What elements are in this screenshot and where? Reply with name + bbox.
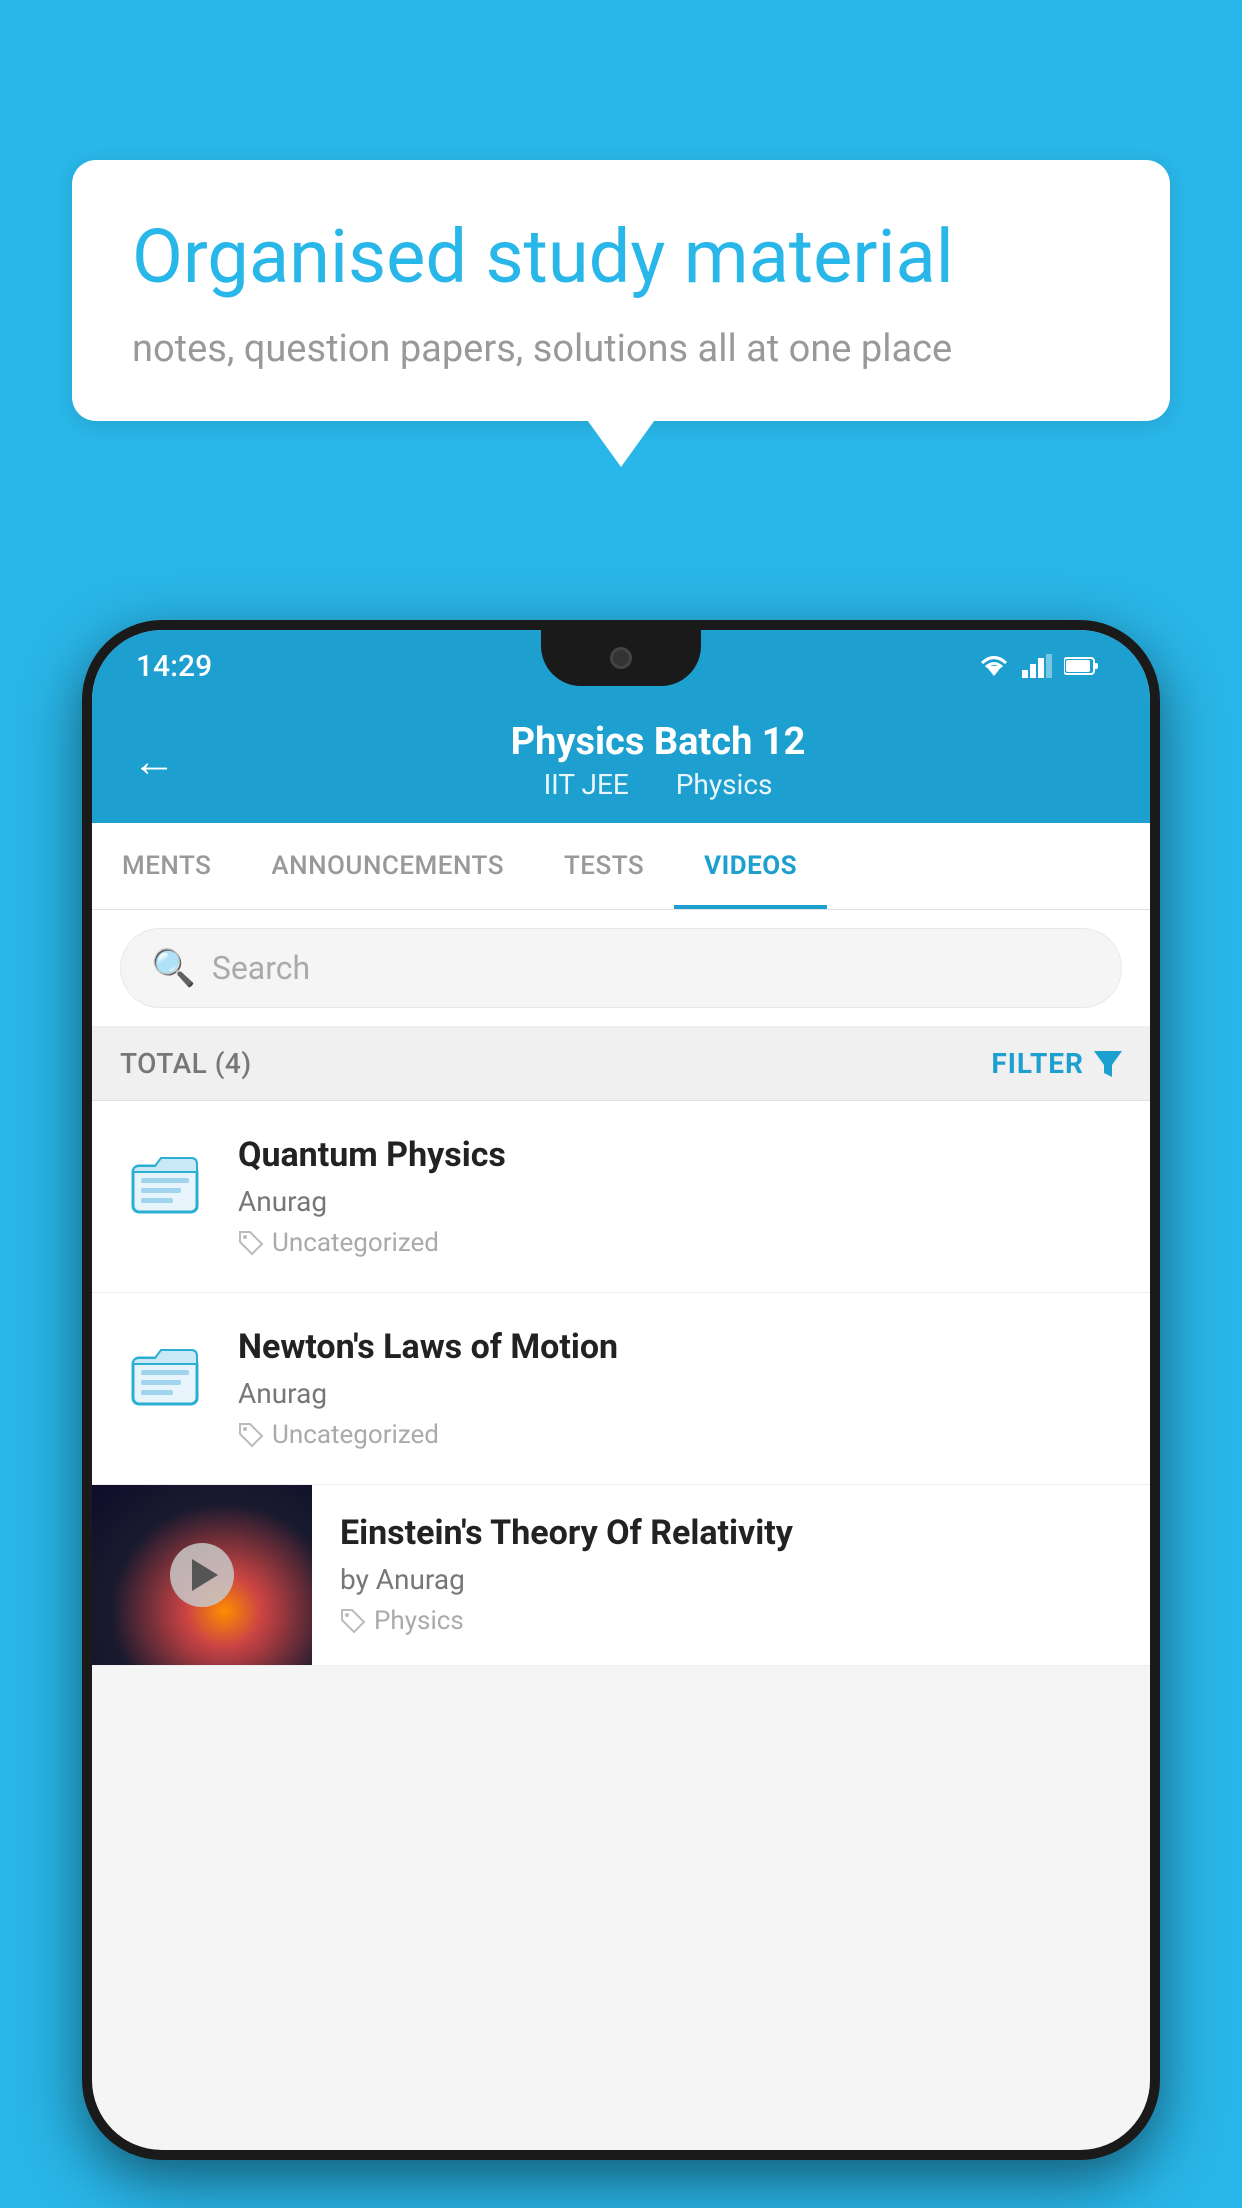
video-tag: Uncategorized [238,1228,1122,1258]
video-author: Anurag [238,1377,1122,1410]
tab-videos[interactable]: VIDEOS [674,823,827,909]
notch [541,630,701,686]
video-info: Einstein's Theory Of Relativity by Anura… [312,1485,1122,1664]
battery-icon [1064,656,1100,676]
tag-icon [238,1422,264,1448]
tag-icon [238,1230,264,1256]
play-triangle-icon [192,1559,218,1591]
video-info: Quantum Physics Anurag Uncategorized [238,1135,1122,1258]
tab-ments[interactable]: MENTS [92,823,241,909]
header-subtitle: IIT JEE Physics [206,768,1110,801]
total-count: TOTAL (4) [120,1047,252,1080]
bubble-subtitle: notes, question papers, solutions all at… [132,327,1110,371]
search-bar[interactable]: 🔍 Search [120,928,1122,1008]
filter-label: FILTER [991,1047,1084,1080]
app-header: ← Physics Batch 12 IIT JEE Physics [92,702,1150,823]
video-tag: Uncategorized [238,1420,1122,1450]
folder-icon [129,1148,201,1220]
video-icon-wrap [120,1139,210,1229]
speech-bubble: Organised study material notes, question… [72,160,1170,421]
video-title: Einstein's Theory Of Relativity [340,1513,1122,1553]
status-bar: 14:29 [92,630,1150,702]
video-author: by Anurag [340,1563,1122,1596]
video-title: Quantum Physics [238,1135,1122,1175]
search-bar-container: 🔍 Search [92,910,1150,1027]
header-title: Physics Batch 12 [206,720,1110,764]
status-icons [978,654,1100,678]
tab-bar: MENTS ANNOUNCEMENTS TESTS VIDEOS [92,823,1150,910]
video-title: Newton's Laws of Motion [238,1327,1122,1367]
tag-label: Physics [374,1606,464,1636]
header-center: Physics Batch 12 IIT JEE Physics [206,720,1110,801]
back-button[interactable]: ← [132,735,176,787]
tag-label: Uncategorized [272,1420,439,1450]
wifi-icon [978,654,1010,678]
signal-icon [1022,654,1052,678]
filter-button[interactable]: FILTER [991,1047,1122,1080]
video-author: Anurag [238,1185,1122,1218]
tab-announcements[interactable]: ANNOUNCEMENTS [241,823,534,909]
search-icon: 🔍 [151,947,196,989]
search-placeholder: Search [212,949,310,987]
phone-device: 14:29 [82,620,1160,2160]
list-item[interactable]: Newton's Laws of Motion Anurag Uncategor… [92,1293,1150,1485]
play-button[interactable] [170,1543,234,1607]
video-tag: Physics [340,1606,1122,1636]
video-list: Quantum Physics Anurag Uncategorized [92,1101,1150,1666]
video-thumbnail [92,1485,312,1665]
status-time: 14:29 [136,649,212,684]
filter-icon [1094,1051,1122,1077]
phone-screen: 14:29 [92,630,1150,2150]
header-subtitle-left: IIT JEE [544,768,629,801]
tag-icon [340,1608,366,1634]
list-item[interactable]: Einstein's Theory Of Relativity by Anura… [92,1485,1150,1666]
video-icon-wrap [120,1331,210,1421]
tab-tests[interactable]: TESTS [534,823,674,909]
list-item[interactable]: Quantum Physics Anurag Uncategorized [92,1101,1150,1293]
bubble-title: Organised study material [132,214,1110,303]
camera [610,647,632,669]
tag-label: Uncategorized [272,1228,439,1258]
header-subtitle-right: Physics [676,768,773,801]
video-info: Newton's Laws of Motion Anurag Uncategor… [238,1327,1122,1450]
folder-icon [129,1340,201,1412]
filter-bar: TOTAL (4) FILTER [92,1027,1150,1101]
